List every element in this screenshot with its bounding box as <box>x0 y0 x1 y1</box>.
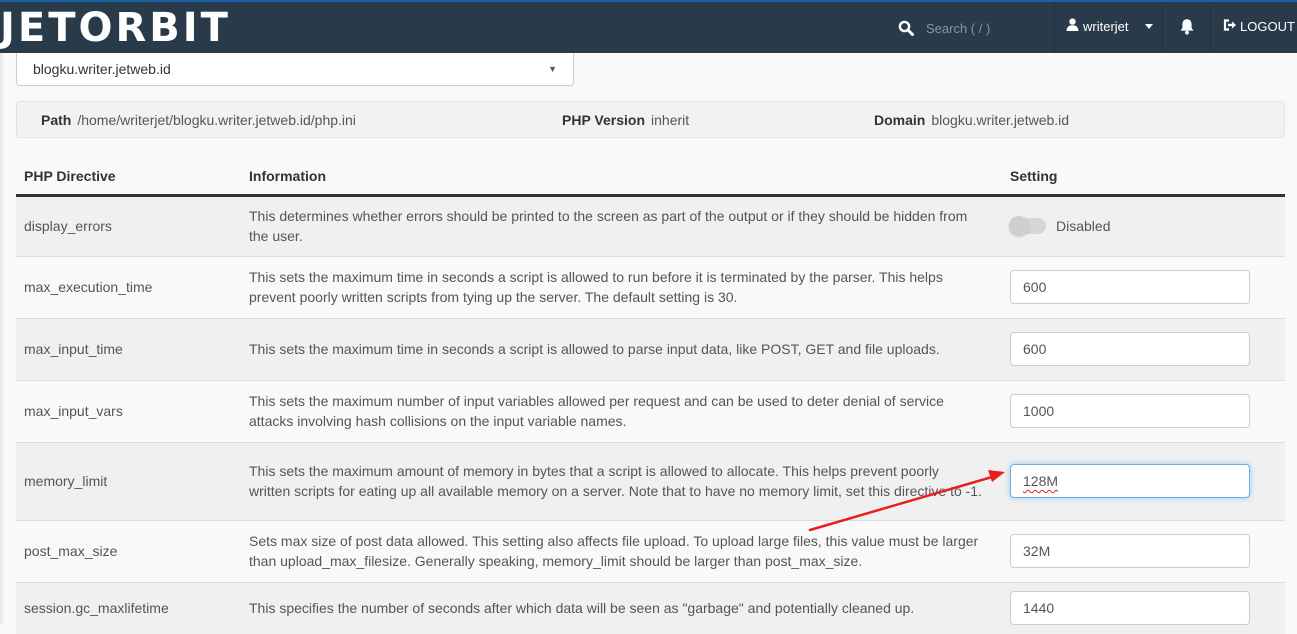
logout-button[interactable]: LOGOUT <box>1223 19 1295 34</box>
directive-name: max_input_time <box>16 317 241 380</box>
logout-label: LOGOUT <box>1240 19 1295 34</box>
directive-name: display_errors <box>16 194 241 256</box>
search-input[interactable]: Search ( / ) <box>926 21 990 36</box>
search-box[interactable]: Search ( / ) <box>898 16 990 40</box>
directive-setting-cell: Disabled <box>1002 194 1285 256</box>
top-navbar: JETORBIT Search ( / ) writerjet LOGOUT <box>0 0 1297 53</box>
php-version-label: PHP Version <box>562 112 646 128</box>
directive-name: post_max_size <box>16 519 241 582</box>
directive-name: max_execution_time <box>16 255 241 318</box>
directive-information: This determines whether errors should be… <box>241 194 1002 256</box>
column-header-directive: PHP Directive <box>16 159 241 197</box>
directive-row-memory-limit: memory_limit This sets the maximum amount… <box>16 441 1285 520</box>
column-header-setting: Setting <box>1002 159 1285 197</box>
input-value: 32M <box>1023 543 1051 559</box>
directive-setting-cell: 128M <box>1002 441 1285 520</box>
path-label: Path <box>41 112 72 128</box>
directive-row-post-max-size: post_max_size Sets max size of post data … <box>16 519 1285 582</box>
toggle-switch[interactable] <box>1009 216 1046 236</box>
session-gc-maxlifetime-input[interactable]: 1440 <box>1010 591 1250 626</box>
directive-row-max-input-vars: max_input_vars This sets the maximum numb… <box>16 379 1285 442</box>
directive-name: memory_limit <box>16 441 241 520</box>
php-directives-table: PHP Directive Information Setting displa… <box>16 159 1285 634</box>
directive-information: This sets the maximum time in seconds a … <box>241 317 1002 380</box>
directive-row-session-gc-maxlifetime: session.gc_maxlifetime This specifies the… <box>16 581 1285 634</box>
nav-divider <box>1210 2 1211 53</box>
directive-setting-cell: 600 <box>1002 255 1285 318</box>
directive-row-max-execution-time: max_execution_time This sets the maximum … <box>16 255 1285 318</box>
directive-setting-cell: 1000 <box>1002 379 1285 442</box>
directive-row-max-input-time: max_input_time This sets the maximum time… <box>16 317 1285 380</box>
domain-info: Domain blogku.writer.jetweb.id <box>874 112 1069 128</box>
post-max-size-input[interactable]: 32M <box>1010 534 1250 568</box>
bell-icon <box>1179 19 1195 38</box>
user-icon <box>1066 18 1079 34</box>
path-value: /home/writerjet/blogku.writer.jetweb.id/… <box>77 112 356 128</box>
toggle-knob <box>1009 216 1029 236</box>
logout-icon <box>1223 19 1237 34</box>
max-input-time-input[interactable]: 600 <box>1010 332 1250 366</box>
jetorbit-logo[interactable]: JETORBIT <box>0 6 231 50</box>
username-label: writerjet <box>1083 18 1129 34</box>
dropdown-arrow-icon: ▼ <box>548 64 557 74</box>
display-errors-toggle[interactable]: Disabled <box>1009 216 1277 236</box>
chevron-down-icon <box>1144 23 1153 29</box>
input-value: 600 <box>1023 341 1047 357</box>
directive-information: Sets max size of post data allowed. This… <box>241 519 1002 582</box>
memory-limit-input[interactable]: 128M <box>1010 464 1250 498</box>
directive-information: This sets the maximum number of input va… <box>241 379 1002 442</box>
user-menu-button[interactable]: writerjet <box>1066 18 1153 34</box>
input-value: 1440 <box>1023 600 1055 617</box>
php-version-info: PHP Version inherit <box>562 112 689 128</box>
nav-divider <box>1162 2 1163 53</box>
sidebar-edge <box>0 53 5 624</box>
directive-information: This specifies the number of seconds aft… <box>241 581 1002 634</box>
domain-value: blogku.writer.jetweb.id <box>931 112 1070 128</box>
max-input-vars-input[interactable]: 1000 <box>1010 394 1250 428</box>
directive-information: This sets the maximum time in seconds a … <box>241 255 1002 318</box>
domain-label: Domain <box>874 112 926 128</box>
directive-name: max_input_vars <box>16 379 241 442</box>
path-info: Path/home/writerjet/blogku.writer.jetweb… <box>41 112 356 128</box>
input-value: 1000 <box>1023 403 1055 419</box>
toggle-state-label: Disabled <box>1056 218 1111 234</box>
domain-select[interactable]: blogku.writer.jetweb.id ▼ <box>16 53 574 86</box>
search-icon <box>898 20 914 36</box>
column-header-information: Information <box>241 159 1002 197</box>
php-version-value: inherit <box>651 112 690 128</box>
domain-select-value: blogku.writer.jetweb.id <box>33 61 171 77</box>
directive-setting-cell: 32M <box>1002 519 1285 582</box>
input-value: 600 <box>1023 279 1047 295</box>
directive-setting-cell: 1440 <box>1002 581 1285 634</box>
ini-info-bar: Path/home/writerjet/blogku.writer.jetweb… <box>16 101 1285 138</box>
nav-divider <box>1054 2 1055 53</box>
directive-row-display-errors: display_errors This determines whether er… <box>16 194 1285 256</box>
directive-name: session.gc_maxlifetime <box>16 581 241 634</box>
directive-information: This sets the maximum amount of memory i… <box>241 441 1002 520</box>
input-value: 128M <box>1023 473 1059 489</box>
max-execution-time-input[interactable]: 600 <box>1010 270 1250 304</box>
directive-setting-cell: 600 <box>1002 317 1285 380</box>
notifications-button[interactable] <box>1179 18 1195 38</box>
table-header-row: PHP Directive Information Setting <box>16 159 1285 197</box>
